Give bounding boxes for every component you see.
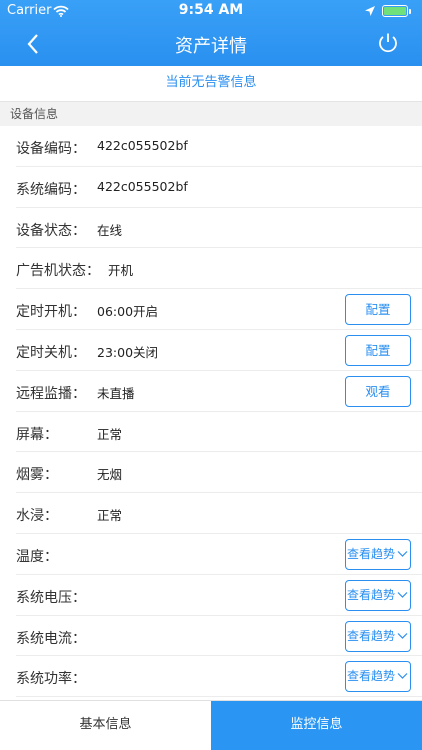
field-label: 定时开机： (16, 304, 86, 321)
alert-status: 当前无告警信息 (0, 66, 422, 102)
nav-bar: 资产详情 (0, 22, 422, 66)
trend-label: 查看趋势 (347, 628, 396, 643)
page-title: 资产详情 (175, 36, 247, 57)
row-system-code: 系统编码： 422c055502bf (16, 167, 422, 208)
view-trend-button[interactable]: 查看趋势 (345, 661, 411, 693)
field-value: 正常 (97, 426, 123, 442)
field-label: 系统编码： (16, 181, 86, 198)
power-icon (379, 33, 397, 53)
row-remote-monitor: 远程监播： 未直播 观看 (16, 371, 422, 412)
field-value: 06:00开启 (97, 304, 159, 320)
trend-label: 查看趋势 (347, 669, 396, 684)
row-system-power: 系统功率： 查看趋势 (16, 656, 422, 698)
row-device-code: 设备编码： 422c055502bf (16, 126, 422, 167)
trend-label: 查看趋势 (347, 546, 396, 561)
field-label: 系统功率： (16, 671, 86, 688)
tab-monitor-info[interactable]: 监控信息 (211, 701, 422, 750)
configure-on-button[interactable]: 配置 (345, 294, 411, 326)
field-value: 在线 (97, 222, 123, 238)
location-arrow-icon (364, 5, 376, 21)
field-value: 422c055502bf (97, 178, 188, 194)
row-scheduled-on: 定时开机： 06:00开启 配置 (16, 289, 422, 330)
field-value: 正常 (97, 508, 123, 524)
trend-label: 查看趋势 (347, 587, 396, 602)
field-value: 422c055502bf (97, 138, 188, 153)
row-system-current: 系统电流： 查看趋势 (16, 616, 422, 657)
row-temperature: 温度： 查看趋势 (16, 534, 422, 575)
row-smoke: 烟雾： 无烟 (16, 452, 422, 494)
bottom-tab-bar: 基本信息 监控信息 (0, 700, 422, 750)
power-button[interactable] (376, 31, 400, 55)
view-trend-button[interactable]: 查看趋势 (345, 538, 411, 570)
field-label: 设备状态： (16, 222, 86, 239)
field-label: 设备编码： (16, 141, 86, 157)
field-label: 系统电流： (16, 630, 86, 647)
field-value: 未直播 (97, 385, 135, 401)
chevron-down-icon (397, 591, 408, 598)
row-system-voltage: 系统电压： 查看趋势 (16, 575, 422, 616)
configure-off-button[interactable]: 配置 (345, 334, 411, 366)
chevron-down-icon (397, 673, 408, 680)
field-value: 无烟 (97, 467, 123, 483)
chevron-down-icon (397, 632, 408, 639)
field-label: 系统电压： (16, 589, 86, 606)
top-bar: Carrier 9:54 AM 资产详情 (0, 0, 422, 66)
field-label: 水浸： (16, 508, 58, 525)
field-label: 定时关机： (16, 344, 86, 361)
field-label: 屏幕： (16, 426, 58, 443)
row-screen: 屏幕： 正常 (16, 412, 422, 453)
device-info-list: 设备编码： 422c055502bf 系统编码： 422c055502bf 设备… (0, 126, 422, 698)
row-device-status: 设备状态： 在线 (16, 208, 422, 249)
chevron-down-icon (397, 551, 408, 557)
field-label: 远程监播： (16, 385, 86, 402)
section-header: 设备信息 (0, 102, 422, 126)
status-bar: Carrier 9:54 AM (0, 0, 422, 22)
battery-tip (409, 9, 411, 14)
row-ad-machine-status: 广告机状态： 开机 (16, 248, 422, 290)
field-label: 广告机状态： (16, 263, 100, 280)
field-label: 温度： (16, 548, 58, 565)
row-water: 水浸： 正常 (16, 493, 422, 534)
field-value: 23:00关闭 (97, 344, 159, 360)
row-scheduled-off: 定时关机： 23:00关闭 配置 (16, 330, 422, 371)
clock: 9:54 AM (178, 2, 244, 18)
view-trend-button[interactable]: 查看趋势 (345, 620, 411, 652)
tab-basic-info[interactable]: 基本信息 (0, 701, 211, 750)
field-label: 烟雾： (16, 467, 58, 484)
watch-button[interactable]: 观看 (345, 375, 411, 407)
battery-icon (382, 5, 408, 17)
view-trend-button[interactable]: 查看趋势 (345, 579, 411, 611)
field-value: 开机 (108, 263, 134, 279)
